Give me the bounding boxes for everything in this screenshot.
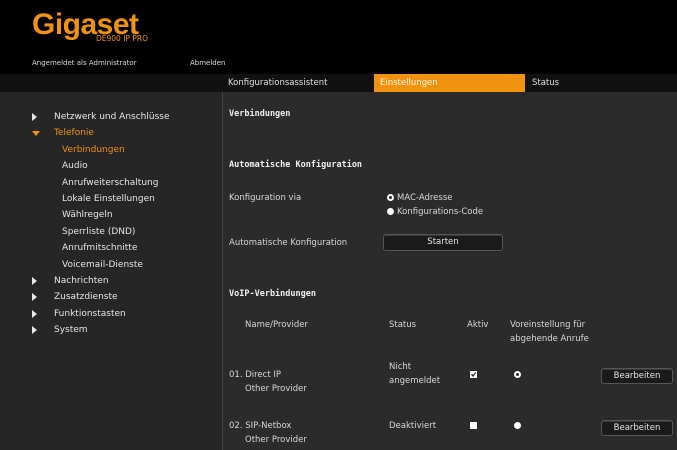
- col-default-line2: abgehende Anrufe: [510, 334, 589, 344]
- row1-default-radio[interactable]: [514, 371, 521, 378]
- row2-provider: Other Provider: [245, 435, 307, 445]
- page-title: Verbindungen: [229, 109, 291, 119]
- arrow-right-icon: [32, 113, 37, 121]
- login-info: Angemeldet als Administrator: [32, 59, 137, 67]
- start-button[interactable]: Starten: [383, 234, 503, 251]
- main-tabs: Konfigurationsassistent Einstellungen St…: [0, 74, 677, 92]
- row1-status-line1: Nicht: [389, 362, 412, 372]
- radio-mac-address[interactable]: [387, 194, 394, 201]
- header-bar: Gigaset DE900 IP PRO Angemeldet als Admi…: [0, 0, 677, 74]
- auto-config-label: Automatische Konfiguration: [229, 238, 348, 248]
- voip-heading: VoIP-Verbindungen: [229, 289, 316, 299]
- logout-link[interactable]: Abmelden: [190, 59, 226, 67]
- sidebar-item-lokale-einstellungen[interactable]: Lokale Einstellungen: [62, 194, 155, 204]
- tab-konfigurationsassistent[interactable]: Konfigurationsassistent: [222, 74, 373, 92]
- arrow-right-icon: [32, 326, 37, 334]
- sidebar-item-verbindungen[interactable]: Verbindungen: [62, 145, 125, 155]
- row1-status-line2: angemeldet: [389, 376, 441, 386]
- sidebar: Netzwerk und Anschlüsse Telefonie Verbin…: [0, 92, 223, 450]
- config-via-label: Konfiguration via: [229, 193, 302, 203]
- sidebar-item-sperrliste[interactable]: Sperrliste (DND): [62, 227, 135, 237]
- sidebar-item-voicemail[interactable]: Voicemail-Dienste: [62, 260, 143, 270]
- auto-config-heading: Automatische Konfiguration: [229, 160, 363, 170]
- row1-provider: Other Provider: [245, 384, 307, 394]
- sidebar-item-nachrichten[interactable]: Nachrichten: [32, 276, 109, 286]
- tab-status[interactable]: Status: [526, 74, 677, 92]
- col-default-line1: Voreinstellung für: [510, 320, 586, 330]
- sidebar-item-zusatzdienste[interactable]: Zusatzdienste: [32, 292, 118, 302]
- row2-default-radio[interactable]: [514, 422, 521, 429]
- radio-config-code[interactable]: [387, 208, 394, 215]
- row2-name: 02. SIP-Netbox: [229, 421, 292, 431]
- sidebar-item-anrufmitschnitte[interactable]: Anrufmitschnitte: [62, 243, 137, 253]
- model-name: DE900 IP PRO: [96, 34, 148, 43]
- row2-active-checkbox[interactable]: [470, 422, 477, 429]
- col-name-provider: Name/Provider: [245, 320, 308, 330]
- arrow-down-icon: [32, 131, 40, 136]
- tab-einstellungen[interactable]: Einstellungen: [374, 74, 525, 92]
- row1-name: 01. Direct IP: [229, 370, 282, 380]
- row2-edit-button[interactable]: Bearbeiten: [601, 420, 673, 436]
- radio-mac-label: MAC-Adresse: [397, 193, 453, 203]
- arrow-right-icon: [32, 277, 37, 285]
- arrow-right-icon: [32, 293, 37, 301]
- col-active: Aktiv: [467, 320, 489, 330]
- sidebar-item-system[interactable]: System: [32, 325, 88, 335]
- row2-status: Deaktiviert: [389, 421, 437, 431]
- sidebar-item-funktionstasten[interactable]: Funktionstasten: [32, 309, 126, 319]
- sidebar-item-anrufweiterschaltung[interactable]: Anrufweiterschaltung: [62, 178, 158, 188]
- row1-active-checkbox[interactable]: [470, 371, 477, 378]
- arrow-right-icon: [32, 310, 37, 318]
- main-content: Verbindungen Automatische Konfiguration …: [223, 92, 677, 450]
- radio-code-label: Konfigurations-Code: [397, 207, 484, 217]
- sidebar-item-waehlregeln[interactable]: Wählregeln: [62, 210, 113, 220]
- sidebar-item-telefonie[interactable]: Telefonie: [32, 128, 94, 138]
- row1-edit-button[interactable]: Bearbeiten: [601, 368, 673, 384]
- col-status: Status: [389, 320, 417, 330]
- sidebar-item-netzwerk[interactable]: Netzwerk und Anschlüsse: [32, 112, 170, 122]
- sidebar-item-audio[interactable]: Audio: [62, 161, 88, 171]
